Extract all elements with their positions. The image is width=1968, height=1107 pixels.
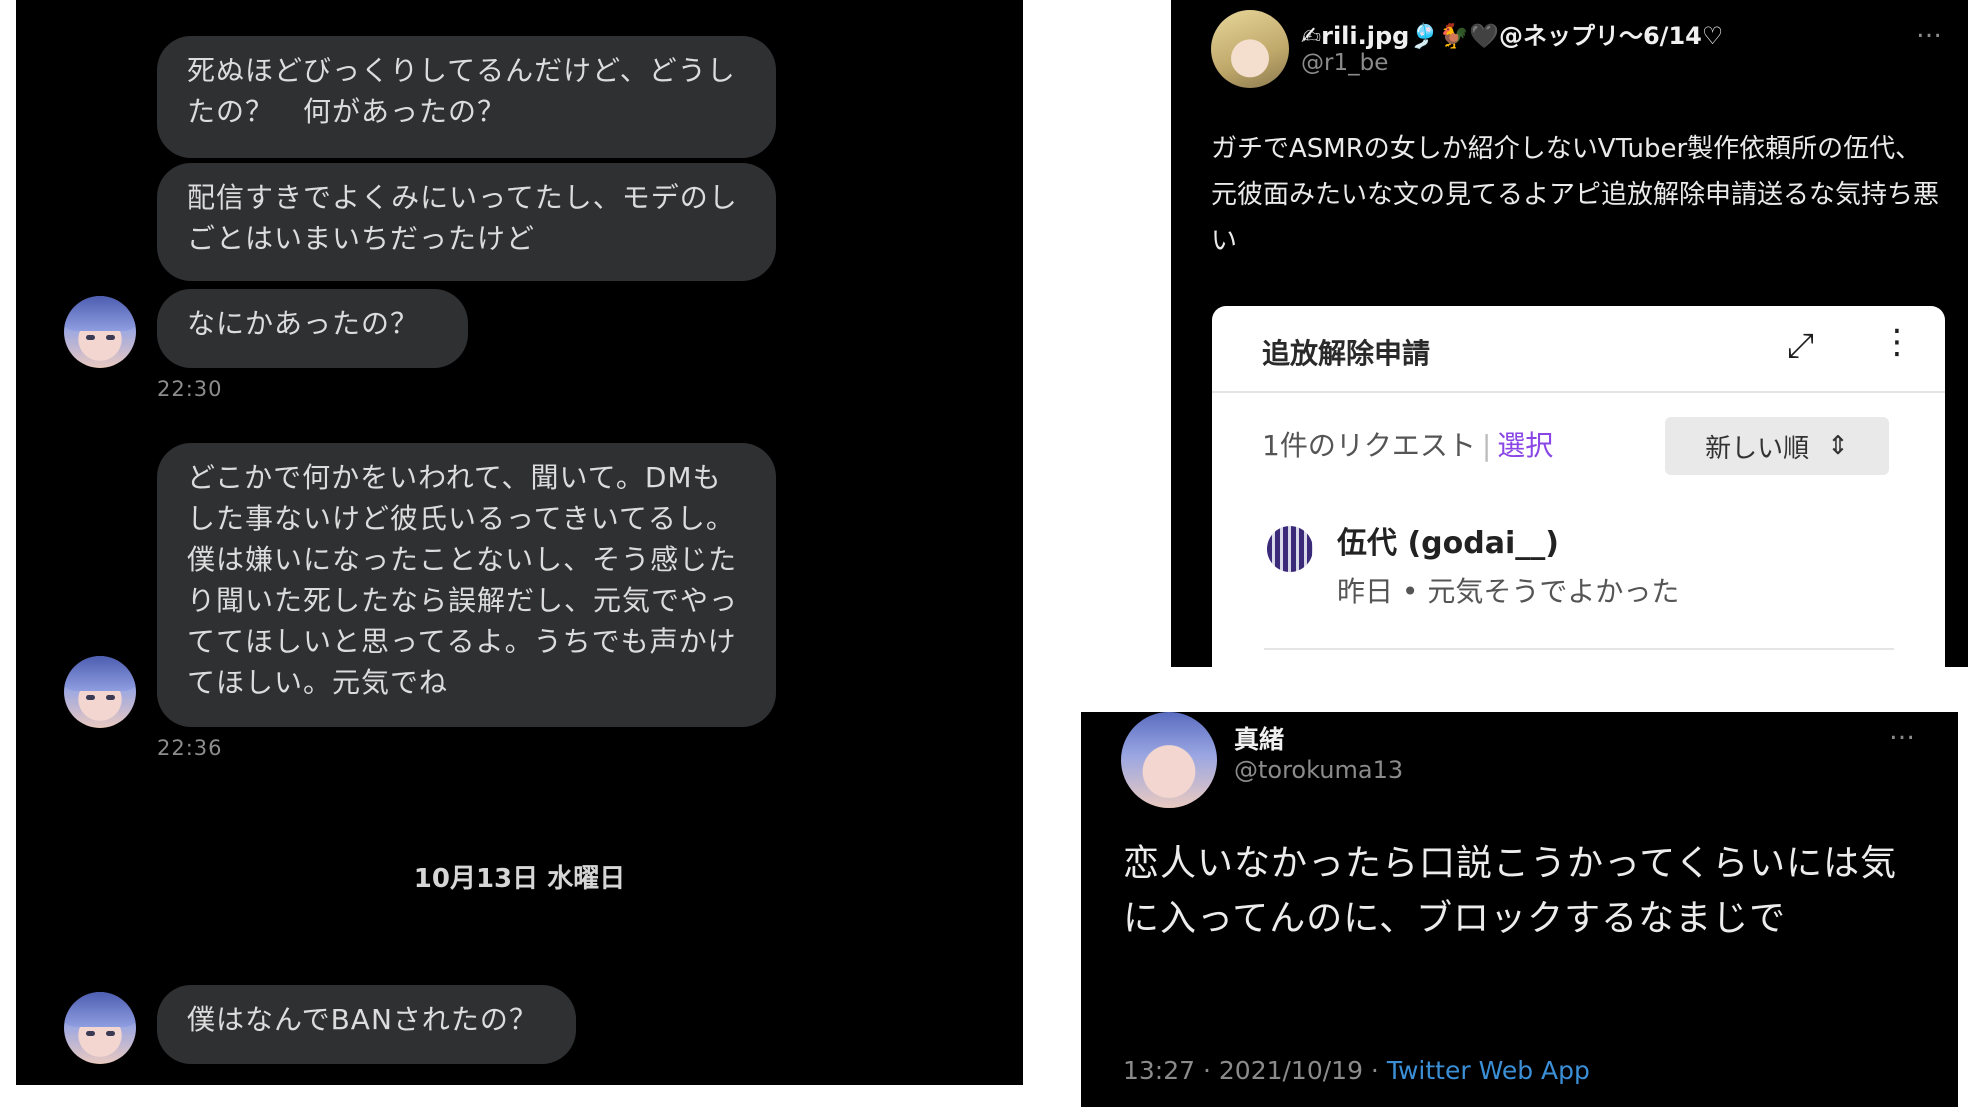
sender-avatar[interactable] (64, 656, 136, 728)
unban-request-card: 追放解除申請 ⤢ ⋮ 1件のリクエスト | 選択 新しい順 ⇕ 伍代 (godai_… (1212, 306, 1945, 667)
user-avatar[interactable] (1121, 712, 1217, 808)
message-text: 死ぬほどびっくりしてるんだけど、どうしたの？ 何があったの？ (187, 54, 736, 128)
request-message: 昨日 • 元気そうでよかった (1337, 575, 1680, 608)
divider (1212, 391, 1945, 393)
user-handle[interactable]: @torokuma13 (1234, 756, 1403, 784)
request-count-row: 1件のリクエスト | 選択 (1262, 424, 1553, 464)
sender-avatar[interactable] (64, 992, 136, 1064)
requester-avatar[interactable] (1267, 526, 1313, 572)
date-separator: 10月13日 水曜日 (413, 864, 626, 894)
tweet-with-screenshot: ✍︎rili.jpg🎐🐓🖤@ネップリ〜6/14♡ @r1_be … ガチでASM… (1171, 0, 1968, 667)
message-timestamp: 22:30 (157, 377, 223, 401)
tweet-meta: 13:27 · 2021/10/19 · Twitter Web App (1123, 1056, 1590, 1085)
display-name[interactable]: ✍︎rili.jpg🎐🐓🖤@ネップリ〜6/14♡ (1301, 16, 1723, 51)
expand-icon[interactable]: ⤢ (1787, 326, 1814, 366)
sort-dropdown[interactable]: 新しい順 ⇕ (1665, 417, 1889, 475)
message-bubble[interactable]: 配信すきでよくみにいってたし、モデのしごとはいまいちだったけど (157, 163, 776, 281)
message-bubble[interactable]: なにかあったの？ (157, 289, 468, 368)
message-bubble[interactable]: 死ぬほどびっくりしてるんだけど、どうしたの？ 何があったの？ (157, 36, 776, 158)
sort-chevron-icon: ⇕ (1827, 431, 1849, 461)
divider (1264, 648, 1894, 650)
sender-avatar[interactable] (64, 296, 136, 368)
message-text: どこかで何かをいわれて、聞いて。DMもした事ないけど彼氏いるってきいてるし。僕は… (187, 461, 739, 699)
tweet-timestamp[interactable]: 13:27 · 2021/10/19 · (1123, 1056, 1387, 1085)
tweet-text: 恋人いなかったら口説こうかってくらいには気に入ってんのに、ブロックするなまじで (1123, 843, 1898, 939)
select-link[interactable]: 選択 (1497, 429, 1553, 462)
more-icon[interactable]: … (1889, 716, 1917, 746)
more-icon[interactable]: … (1916, 14, 1944, 44)
message-text: 僕はなんでBANされたの？ (187, 1003, 538, 1036)
tweet: 真緒 @torokuma13 … 恋人いなかったら口説こうかってくらいには気に入… (1081, 712, 1958, 1107)
message-bubble[interactable]: どこかで何かをいわれて、聞いて。DMもした事ないけど彼氏いるってきいてるし。僕は… (157, 443, 776, 727)
requester-name[interactable]: 伍代 (godai__) (1337, 518, 1559, 562)
kebab-menu-icon[interactable]: ⋮ (1880, 322, 1914, 362)
card-title: 追放解除申請 (1262, 337, 1431, 370)
sort-label: 新しい順 (1705, 433, 1810, 464)
user-handle[interactable]: @r1_be (1301, 50, 1388, 76)
dm-conversation-panel: 死ぬほどびっくりしてるんだけど、どうしたの？ 何があったの？ 配信すきでよくみに… (16, 0, 1023, 1085)
message-text: 配信すきでよくみにいってたし、モデのしごとはいまいちだったけど (187, 181, 738, 255)
tweet-text: ガチでASMRの女しか紹介しないVTuber製作依頼所の伍代、元彼面みたいな文の… (1211, 134, 1940, 256)
request-count: 1件のリクエスト (1262, 429, 1476, 462)
message-bubble[interactable]: 僕はなんでBANされたの？ (157, 985, 576, 1064)
message-text: なにかあったの？ (187, 307, 420, 340)
display-name[interactable]: 真緒 (1234, 720, 1284, 756)
message-timestamp: 22:36 (157, 736, 223, 760)
source-app-link[interactable]: Twitter Web App (1387, 1056, 1590, 1085)
separator: | (1481, 429, 1492, 462)
user-avatar[interactable] (1211, 10, 1289, 88)
